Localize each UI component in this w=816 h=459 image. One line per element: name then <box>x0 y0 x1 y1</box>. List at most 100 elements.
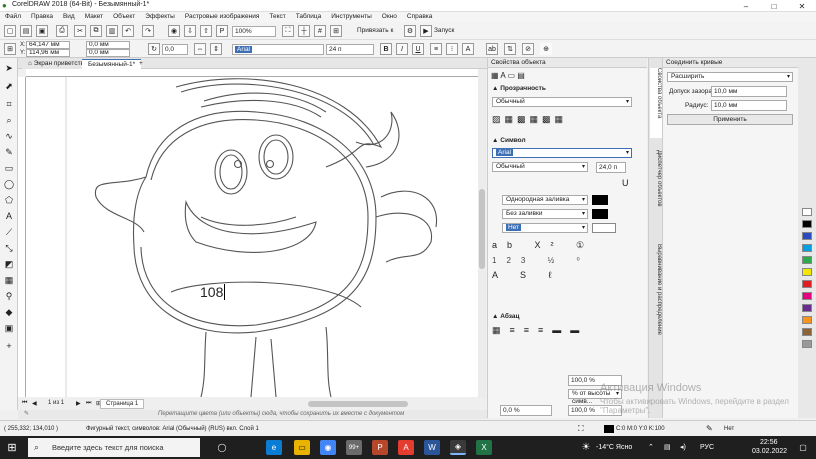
swatch-yellow[interactable] <box>802 268 812 276</box>
shape-tool-icon[interactable]: ⬈ <box>3 80 15 92</box>
paragraph-section[interactable]: Абзац <box>500 313 519 320</box>
paste-icon[interactable]: ▥ <box>106 25 118 37</box>
x-position-field[interactable]: 64,147 мм <box>26 41 70 49</box>
swatch-magenta[interactable] <box>802 292 812 300</box>
task-view-icon[interactable]: ◯ <box>214 440 230 455</box>
print-icon[interactable]: ⎙ <box>56 25 68 37</box>
menu-file[interactable]: Файл <box>0 12 26 22</box>
add-icon[interactable]: ⊕ <box>540 43 552 55</box>
canvas-text[interactable]: 108 <box>200 284 226 300</box>
menu-view[interactable]: Вид <box>58 12 80 22</box>
swatch-gray[interactable] <box>802 340 812 348</box>
typography-icons-row1[interactable]: ab X² ① <box>492 240 594 251</box>
angle-field[interactable]: 0,0 <box>162 44 188 55</box>
parallel-dimension-icon[interactable]: ⟋ <box>3 226 15 238</box>
typography-icons-row3[interactable]: A S ℓ <box>492 270 561 280</box>
align-icon[interactable]: ≡ <box>430 43 442 55</box>
excel-icon[interactable]: X <box>476 440 492 455</box>
fill-color-swatch[interactable] <box>592 195 608 205</box>
object-origin-icon[interactable]: ⊞ <box>4 43 16 55</box>
edge-icon[interactable]: e <box>266 440 282 455</box>
font-list[interactable]: Arial <box>232 44 324 55</box>
page-tab[interactable]: Страница 1 <box>100 399 145 409</box>
word-icon[interactable]: W <box>424 440 440 455</box>
coreldraw-icon[interactable]: ◈ <box>450 440 466 455</box>
menu-bitmaps[interactable]: Растровые изображения <box>180 12 265 22</box>
zoom-level[interactable]: 100% <box>232 26 276 37</box>
next-page-icon[interactable]: ▶ <box>76 400 81 407</box>
pick-tool-icon[interactable]: ➤ <box>3 62 15 74</box>
redo-icon[interactable]: ↷ <box>142 25 154 37</box>
start-button[interactable]: ⊞ <box>4 440 20 455</box>
explorer-icon[interactable]: ▭ <box>294 440 310 455</box>
vertical-ruler[interactable] <box>18 77 26 397</box>
ellipse-tool-icon[interactable]: ◯ <box>3 178 15 190</box>
swatch-red[interactable] <box>802 280 812 288</box>
minimize-button[interactable]: – <box>732 0 760 12</box>
export-icon[interactable]: ⇧ <box>200 25 212 37</box>
underline-button[interactable]: U <box>412 43 424 55</box>
add-tool-icon[interactable]: + <box>3 340 15 352</box>
tray-up-icon[interactable]: ⌃ <box>648 443 654 451</box>
interactive-fill-icon[interactable]: ◆ <box>3 306 15 318</box>
y-position-field[interactable]: 114,96 мм <box>26 49 70 57</box>
language-indicator[interactable]: РУС <box>700 444 714 451</box>
maximize-button[interactable]: □ <box>760 0 788 12</box>
polygon-tool-icon[interactable]: ⬠ <box>3 194 15 206</box>
background-color-swatch[interactable] <box>592 209 608 219</box>
swatch-black[interactable] <box>802 220 812 228</box>
swatch-white[interactable] <box>802 208 812 216</box>
character-section[interactable]: Символ <box>500 137 525 144</box>
drop-shadow-icon[interactable]: ◩ <box>3 258 15 270</box>
clock-time[interactable]: 22:56 <box>760 439 778 446</box>
swatch-blue[interactable] <box>802 232 812 240</box>
swatch-orange[interactable] <box>802 316 812 324</box>
swatch-purple[interactable] <box>802 304 812 312</box>
rectangle-tool-icon[interactable]: ▭ <box>3 162 15 174</box>
open-icon[interactable]: ▤ <box>20 25 32 37</box>
crop-tool-icon[interactable]: ⌗ <box>3 98 15 110</box>
character-icon[interactable]: A <box>500 71 505 80</box>
mirror-horizontal-icon[interactable]: ⇔ <box>194 43 206 55</box>
notifications-icon[interactable]: ▢ <box>796 440 810 455</box>
transparency-type-icons[interactable]: ▨▦▩▦▩▦ <box>492 114 567 125</box>
grid-icon[interactable]: # <box>314 25 326 37</box>
menu-help[interactable]: Справка <box>402 12 438 22</box>
grid-fill-icon[interactable]: ▤ <box>517 71 525 80</box>
transparency-section[interactable]: Прозрачность <box>500 85 546 92</box>
menu-window[interactable]: Окно <box>377 12 402 22</box>
swatch-brown[interactable] <box>802 328 812 336</box>
frame-icon[interactable]: ▭ <box>507 71 515 80</box>
tab-object-manager[interactable]: Диспетчер объектов <box>650 150 662 230</box>
bullet-list-icon[interactable]: ⁝ <box>446 43 458 55</box>
menu-object[interactable]: Объект <box>108 12 140 22</box>
cut-icon[interactable]: ✂ <box>74 25 86 37</box>
smart-fill-icon[interactable]: ▣ <box>3 322 15 334</box>
swatch-cyan[interactable] <box>802 244 812 252</box>
join-mode-dropdown[interactable]: Расширить <box>667 72 793 82</box>
launch-dropdown[interactable]: Запуск <box>434 27 454 34</box>
vertical-scrollbar[interactable] <box>478 69 486 410</box>
guides-icon[interactable]: ⊞ <box>330 25 342 37</box>
first-page-icon[interactable]: ⏮ <box>22 400 27 407</box>
horizontal-ruler[interactable] <box>26 69 478 77</box>
chrome-icon[interactable]: ◉ <box>320 440 336 455</box>
eyedropper-icon[interactable]: ✎ <box>24 410 29 417</box>
char-spacing-field[interactable]: 0,0 % <box>500 405 552 416</box>
new-icon[interactable]: ▢ <box>4 25 16 37</box>
drawing-canvas[interactable]: 108 <box>26 77 478 397</box>
prev-page-icon[interactable]: ◀ <box>32 400 37 407</box>
tab-object-properties[interactable]: Свойства объекта <box>650 68 662 138</box>
tab-align-distribute[interactable]: Выравнивание и распределение <box>650 244 662 364</box>
paragraph-align-icons[interactable]: ▦≡≡≡▬▬ <box>492 325 588 336</box>
menu-text[interactable]: Текст <box>264 12 290 22</box>
snap-to-dropdown[interactable]: Привязать к <box>357 27 393 34</box>
underline-icon[interactable]: U <box>622 178 629 188</box>
import-icon[interactable]: ⇩ <box>184 25 196 37</box>
font-size-field[interactable]: 24 п <box>326 44 374 55</box>
scroll-thumb[interactable] <box>479 189 485 269</box>
text-fill-dropdown[interactable]: Однородная заливка <box>502 195 588 205</box>
width-field[interactable]: 0,0 мм <box>86 41 130 49</box>
font-size-spin[interactable]: 24,0 п <box>596 162 626 173</box>
swatch-green[interactable] <box>802 256 812 264</box>
